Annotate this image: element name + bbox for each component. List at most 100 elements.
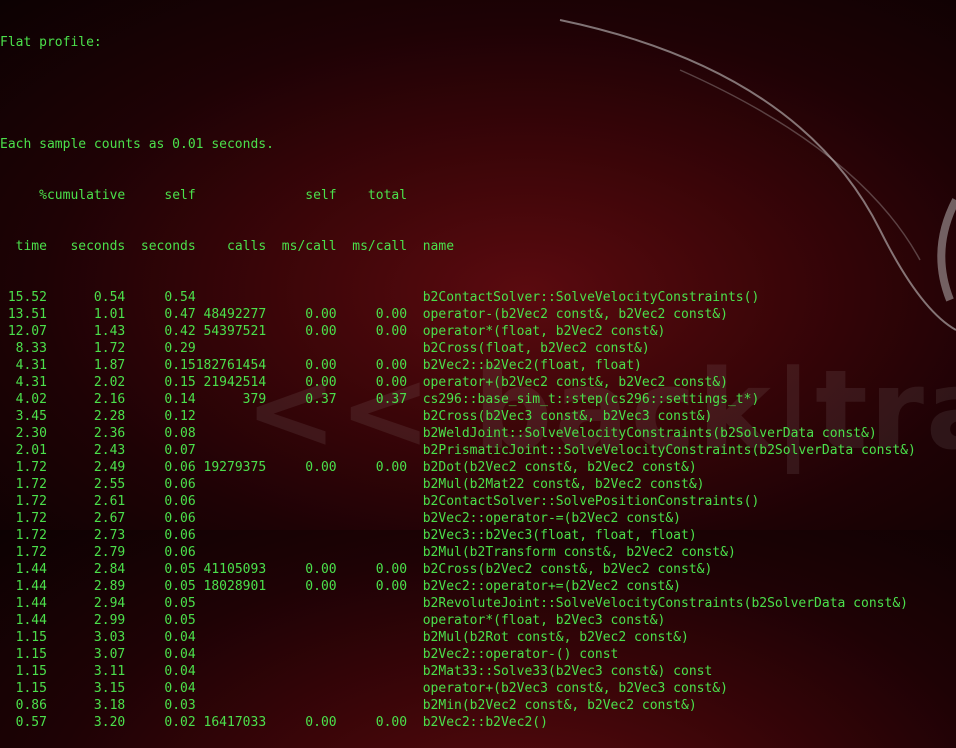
table-row: 1.72 2.55 0.06 b2Mul(b2Mat22 const&, b2V… <box>0 476 956 493</box>
cell-totalcall <box>337 477 407 492</box>
cell-selfcall <box>266 426 336 441</box>
table-row: 4.02 2.16 0.14 379 0.37 0.37 cs296::base… <box>0 391 956 408</box>
sample-note: Each sample counts as 0.01 seconds. <box>0 137 274 152</box>
cell-name: b2Vec3::b2Vec3(float, float, float) <box>422 528 697 543</box>
cell-totalcall <box>337 698 407 713</box>
cell-totalcall <box>337 613 407 628</box>
cell-selfcall <box>266 681 336 696</box>
cell-cum: 0.54 <box>46 290 126 305</box>
cell-selfcall: 0.00 <box>266 715 337 730</box>
table-row: 1.72 2.61 0.06 b2ContactSolver::SolvePos… <box>0 493 956 510</box>
header2-pct: time <box>0 239 47 254</box>
cell-name: cs296::base_sim_t::step(cs296::settings_… <box>422 392 760 407</box>
cell-selfcall: 0.00 <box>266 460 337 475</box>
table-row: 2.30 2.36 0.08 b2WeldJoint::SolveVelocit… <box>0 425 956 442</box>
cell-calls <box>196 494 266 509</box>
table-row: 12.07 1.43 0.42 54397521 0.00 0.00 opera… <box>0 323 956 340</box>
cell-calls: 19279375 <box>195 460 267 475</box>
profile-table-body: 15.52 0.54 0.54 b2ContactSolver::SolveVe… <box>0 289 956 731</box>
table-row: 1.15 3.11 0.04 b2Mat33::Solve33(b2Vec3 c… <box>0 663 956 680</box>
header2-calls: calls <box>195 239 267 254</box>
cell-totalcall <box>337 596 407 611</box>
header2-cum: seconds <box>46 239 126 254</box>
table-row: 1.44 2.94 0.05 b2RevoluteJoint::SolveVel… <box>0 595 956 612</box>
cell-self: 0.04 <box>125 681 196 696</box>
cell-cum: 2.02 <box>46 375 126 390</box>
cell-totalcall: 0.00 <box>336 358 408 373</box>
cell-selfcall <box>266 630 336 645</box>
cell-self: 0.29 <box>125 341 196 356</box>
table-row: 1.44 2.89 0.05 18028901 0.00 0.00 b2Vec2… <box>0 578 956 595</box>
cell-self: 0.02 <box>125 715 196 730</box>
header1-calls <box>196 188 266 203</box>
cell-calls: 379 <box>195 392 267 407</box>
cell-calls: 182761454 <box>195 358 267 373</box>
cell-name: operator*(float, b2Vec2 const&) <box>422 324 666 339</box>
table-row: 1.44 2.84 0.05 41105093 0.00 0.00 b2Cros… <box>0 561 956 578</box>
header1-totalcall: total <box>336 188 408 203</box>
cell-calls <box>196 341 266 356</box>
cell-calls: 18028901 <box>195 579 267 594</box>
cell-selfcall: 0.00 <box>266 375 337 390</box>
cell-name: operator*(float, b2Vec3 const&) <box>422 613 666 628</box>
cell-name: b2Mul(b2Rot const&, b2Vec2 const&) <box>422 630 689 645</box>
header1-selfcall: self <box>266 188 337 203</box>
cell-self: 0.05 <box>125 562 196 577</box>
cell-pct: 1.44 <box>0 613 47 628</box>
cell-cum: 3.15 <box>46 681 126 696</box>
cell-self: 0.04 <box>125 664 196 679</box>
table-row: 0.86 3.18 0.03 b2Min(b2Vec2 const&, b2Ve… <box>0 697 956 714</box>
cell-pct: 1.44 <box>0 596 47 611</box>
cell-cum: 2.16 <box>46 392 126 407</box>
cell-calls <box>196 290 266 305</box>
cell-self: 0.47 <box>125 307 196 322</box>
cell-pct: 1.15 <box>0 664 47 679</box>
cell-name: b2Mul(b2Mat22 const&, b2Vec2 const&) <box>422 477 705 492</box>
header2-name: name <box>422 239 455 254</box>
cell-cum: 3.18 <box>46 698 126 713</box>
cell-name: operator-(b2Vec2 const&, b2Vec2 const&) <box>422 307 728 322</box>
cell-calls <box>196 613 266 628</box>
cell-selfcall <box>266 545 336 560</box>
table-row: 13.51 1.01 0.47 48492277 0.00 0.00 opera… <box>0 306 956 323</box>
cell-name: b2Cross(b2Vec3 const&, b2Vec3 const&) <box>422 409 713 424</box>
cell-pct: 4.02 <box>0 392 47 407</box>
cell-cum: 1.43 <box>46 324 126 339</box>
cell-selfcall: 0.37 <box>266 392 337 407</box>
cell-calls <box>196 528 266 543</box>
cell-totalcall <box>337 290 407 305</box>
cell-cum: 2.67 <box>46 511 126 526</box>
cell-name: b2RevoluteJoint::SolveVelocityConstraint… <box>422 596 908 611</box>
cell-calls <box>196 664 266 679</box>
table-header-row-2: time seconds seconds calls ms/call ms/ca… <box>0 238 956 255</box>
cell-selfcall: 0.00 <box>266 562 337 577</box>
table-row: 3.45 2.28 0.12 b2Cross(b2Vec3 const&, b2… <box>0 408 956 425</box>
cell-name: operator+(b2Vec2 const&, b2Vec2 const&) <box>422 375 728 390</box>
cell-totalcall: 0.00 <box>336 562 408 577</box>
cell-totalcall <box>337 630 407 645</box>
cell-pct: 13.51 <box>0 307 47 322</box>
cell-pct: 1.72 <box>0 477 47 492</box>
cell-selfcall <box>266 341 336 356</box>
cell-cum: 3.20 <box>46 715 126 730</box>
cell-cum: 2.28 <box>46 409 126 424</box>
table-row: 1.15 3.15 0.04 operator+(b2Vec3 const&, … <box>0 680 956 697</box>
cell-selfcall <box>266 409 336 424</box>
table-row: 1.72 2.49 0.06 19279375 0.00 0.00 b2Dot(… <box>0 459 956 476</box>
table-row: 2.01 2.43 0.07 b2PrismaticJoint::SolveVe… <box>0 442 956 459</box>
cell-calls <box>196 630 266 645</box>
cell-cum: 1.87 <box>46 358 126 373</box>
cell-cum: 2.61 <box>46 494 126 509</box>
cell-name: b2Vec2::b2Vec2() <box>422 715 548 730</box>
cell-pct: 1.72 <box>0 494 47 509</box>
profile-title: Flat profile: <box>0 35 102 50</box>
cell-totalcall: 0.00 <box>336 307 408 322</box>
cell-self: 0.05 <box>125 613 196 628</box>
cell-pct: 1.72 <box>0 511 47 526</box>
cell-totalcall <box>337 443 407 458</box>
cell-selfcall <box>266 664 336 679</box>
cell-selfcall <box>266 698 336 713</box>
cell-pct: 8.33 <box>0 341 47 356</box>
cell-selfcall <box>266 290 336 305</box>
header2-totalcall: ms/call <box>336 239 408 254</box>
